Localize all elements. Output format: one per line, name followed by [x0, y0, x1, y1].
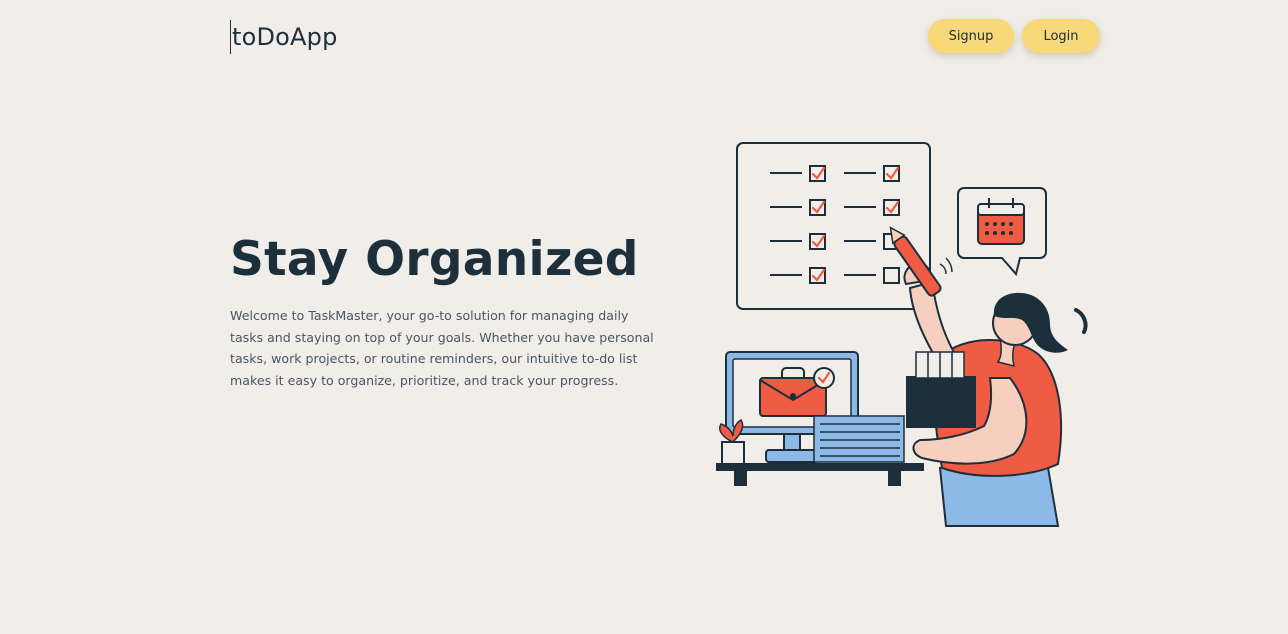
- person-checklist-illustration: [710, 138, 1100, 530]
- login-button[interactable]: Login: [1022, 19, 1100, 53]
- brand-logo[interactable]: toDoApp: [230, 20, 338, 54]
- nav-buttons: Signup Login: [928, 19, 1100, 53]
- person-figure: [889, 226, 1088, 527]
- checklist-board: [736, 142, 931, 310]
- calendar-bubble: [957, 187, 1047, 277]
- signup-button[interactable]: Signup: [928, 19, 1014, 53]
- hero-title: Stay Organized: [230, 232, 639, 287]
- hero-description: Welcome to TaskMaster, your go-to soluti…: [230, 308, 654, 388]
- navbar: toDoApp Signup Login: [230, 18, 1100, 56]
- desk-workstation: [716, 351, 924, 486]
- hero-section: Stay Organized Welcome to TaskMaster, yo…: [230, 228, 670, 391]
